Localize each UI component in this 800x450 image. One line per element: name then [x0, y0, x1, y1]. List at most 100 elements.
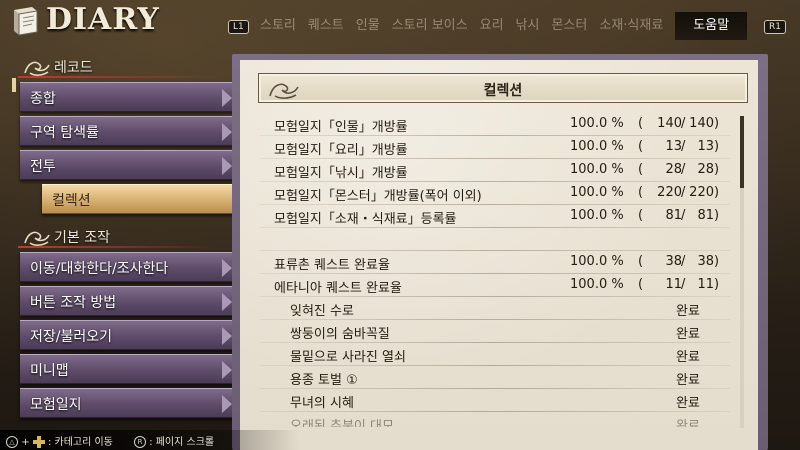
l1-button[interactable]: L1	[228, 20, 249, 34]
row-divider	[260, 135, 730, 136]
row-percent: 100.0 %	[570, 277, 624, 292]
slash: /	[681, 139, 686, 154]
row-label: 모험일지「소재・식재료」등록률	[274, 212, 457, 227]
dragon-ornament-icon	[24, 61, 50, 76]
record-section-title: 레코드	[54, 60, 93, 76]
row-percent: 100.0 %	[570, 162, 624, 177]
sidebar-item-buttons[interactable]: 버튼 조작 방법	[20, 286, 234, 316]
tab-people[interactable]: 인물	[350, 12, 386, 40]
tab-fishing[interactable]: 낚시	[510, 12, 546, 40]
sidebar-item-label: 구역 탐색률	[30, 125, 99, 141]
chevron-right-icon	[222, 157, 232, 175]
sidebar-item-battle[interactable]: 전투	[20, 150, 234, 180]
tab-cooking[interactable]: 요리	[474, 12, 510, 40]
quest-status: 완료	[676, 350, 700, 365]
paren-close: )	[714, 162, 720, 177]
sidebar-item-save-load[interactable]: 저장/불러오기	[20, 320, 234, 350]
row-label: 표류촌 퀘스트 완료율	[274, 258, 390, 273]
slash: /	[681, 162, 686, 177]
tab-materials[interactable]: 소재·식재료	[593, 12, 669, 40]
quest-row: 무녀의 시혜 완료	[260, 390, 730, 412]
quest-row: 잊혀진 수로 완료	[260, 298, 730, 320]
row-count: 38	[665, 254, 682, 269]
category-tabs: 스토리 퀘스트 인물 스토리 보이스 요리 낚시 몬스터 소재·식재료 도움말	[254, 12, 748, 40]
sidebar-item-label: 모험일지	[30, 397, 82, 413]
basic-section-title: 기본 조작	[54, 230, 110, 246]
focus-marker	[12, 78, 16, 92]
row-divider	[260, 273, 730, 274]
row-divider	[260, 365, 730, 366]
sidebar-item-label: 전투	[30, 159, 56, 175]
sidebar-item-exploration[interactable]: 구역 탐색률	[20, 116, 234, 146]
control-hints: △ + : 카테고리 이동 R : 페이지 스크롤	[0, 430, 300, 450]
quest-status: 완료	[676, 373, 700, 388]
sidebar-item-label: 버튼 조작 방법	[30, 295, 117, 311]
sidebar-item-minimap[interactable]: 미니맵	[20, 354, 234, 384]
tab-story-voice[interactable]: 스토리 보이스	[386, 12, 474, 40]
chevron-right-icon	[222, 395, 232, 413]
section-divider	[18, 76, 218, 78]
list-item: 모험일지「몬스터」개방률(폭어 이외) 100.0 % ( 220 / 220 …	[260, 183, 730, 205]
plus-sign: +	[21, 437, 30, 448]
chevron-right-icon	[222, 123, 232, 141]
paren-close: )	[714, 139, 720, 154]
row-label: 에타니아 퀘스트 완료율	[274, 281, 402, 296]
sidebar-item-diary[interactable]: 모험일지	[20, 388, 234, 418]
row-percent: 100.0 %	[570, 254, 624, 269]
paren-close: )	[714, 116, 720, 131]
tab-monster[interactable]: 몬스터	[545, 12, 593, 40]
quest-name: 무녀의 시혜	[290, 396, 354, 411]
paren-close: )	[714, 254, 720, 269]
r1-button[interactable]: R1	[764, 20, 786, 34]
triangle-button-icon: △	[6, 436, 18, 448]
sidebar-item-overview[interactable]: 종합	[20, 82, 234, 112]
row-total: 38	[697, 254, 714, 269]
quest-row: 물밑으로 사라진 열쇠 완료	[260, 344, 730, 366]
row-count: 11	[665, 277, 682, 292]
row-percent: 100.0 %	[570, 139, 624, 154]
row-divider	[260, 250, 730, 251]
quest-name: 용종 토벌 ①	[290, 373, 358, 388]
row-divider	[260, 342, 730, 343]
slash: /	[681, 116, 686, 131]
quest-status: 완료	[676, 327, 700, 342]
row-total: 220	[689, 185, 714, 200]
quest-name: 잊혀진 수로	[290, 304, 354, 319]
paren-close: )	[714, 185, 720, 200]
row-divider	[260, 388, 730, 389]
slash: /	[681, 254, 686, 269]
quest-status: 완료	[676, 396, 700, 411]
row-count: 13	[665, 139, 682, 154]
scrollbar-thumb[interactable]	[740, 116, 744, 188]
row-total: 81	[697, 208, 714, 223]
panel-title: 컬렉션	[483, 83, 523, 99]
sidebar-item-label: 미니맵	[30, 363, 69, 379]
sidebar-item-move-talk[interactable]: 이동/대화한다/조사한다	[20, 252, 234, 282]
list-item: 모험일지「요리」개방률 100.0 % ( 13 / 13 )	[260, 137, 730, 159]
sidebar-item-label: 종합	[30, 91, 56, 107]
row-count: 140	[657, 116, 682, 131]
row-divider	[260, 181, 730, 182]
row-divider	[260, 204, 730, 205]
row-count: 81	[665, 208, 682, 223]
right-stick-icon: R	[134, 436, 146, 448]
tab-story[interactable]: 스토리	[254, 12, 302, 40]
quest-row: 쌍둥이의 숨바꼭질 완료	[260, 321, 730, 343]
chevron-right-icon	[222, 89, 232, 107]
list-item: 표류촌 퀘스트 완료율 100.0 % ( 38 / 38 )	[260, 252, 730, 274]
row-total: 140	[689, 116, 714, 131]
row-label: 모험일지「요리」개방률	[274, 143, 408, 158]
paren-close: )	[714, 277, 720, 292]
row-label: 모험일지「낚시」개방률	[274, 166, 408, 181]
sidebar-item-label: 이동/대화한다/조사한다	[30, 261, 169, 277]
paren-close: )	[714, 208, 720, 223]
tab-help[interactable]: 도움말	[675, 12, 748, 40]
slash: /	[681, 208, 686, 223]
panel-header: 컬렉션	[258, 73, 748, 103]
sidebar-item-collection[interactable]: 컬렉션	[42, 184, 244, 214]
tab-quest[interactable]: 퀘스트	[302, 12, 350, 40]
slash: /	[681, 277, 686, 292]
row-divider	[260, 296, 730, 297]
basic-section-header: 기본 조작	[22, 226, 110, 248]
row-divider	[260, 411, 730, 412]
